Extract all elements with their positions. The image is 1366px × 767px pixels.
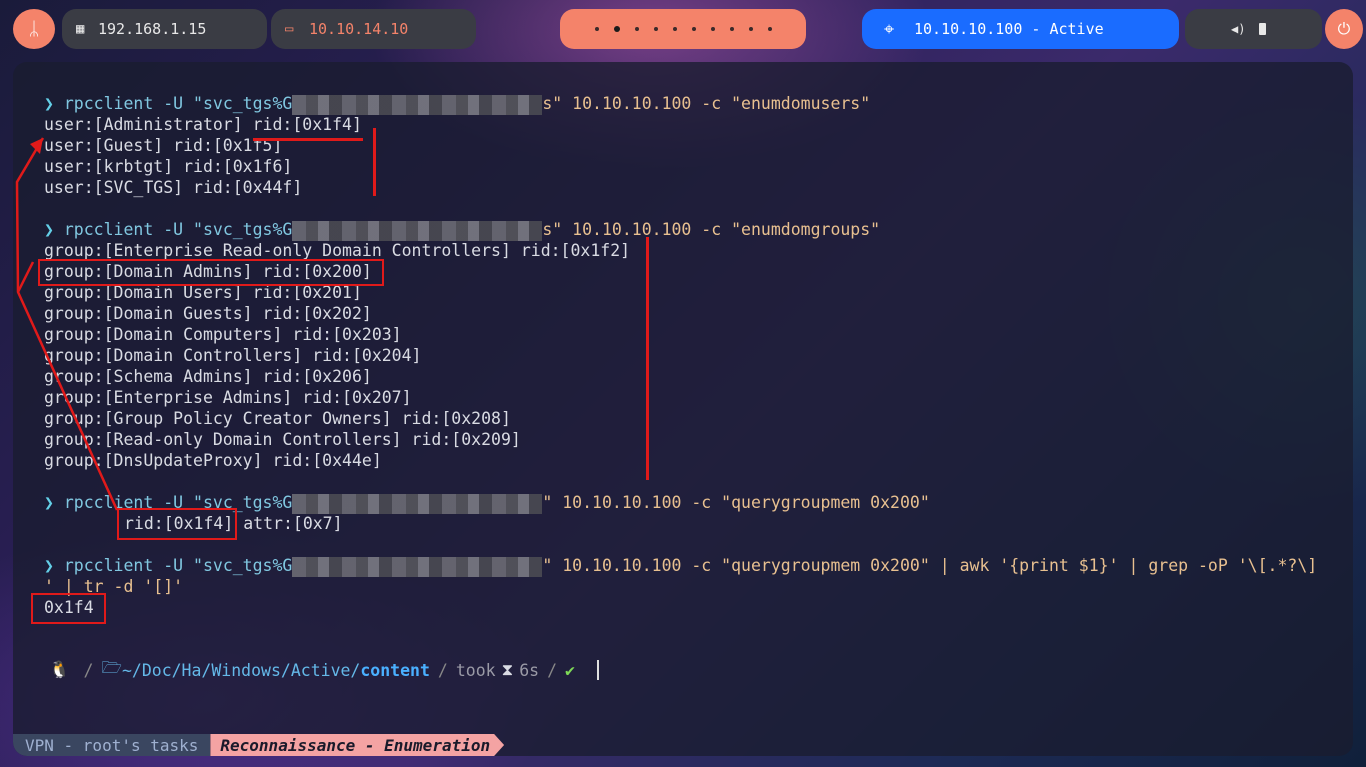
volume-icon[interactable]: ◀)	[1231, 22, 1245, 36]
workspace-3[interactable]	[634, 27, 639, 31]
check-icon: ✔	[565, 660, 575, 680]
local-ip-widget[interactable]: ▦ 192.168.1.15	[62, 9, 267, 49]
power-button[interactable]: ⏻	[1325, 9, 1363, 49]
kali-dragon-icon: ᛦ	[28, 18, 40, 40]
path-home: ~/Doc/Ha/Windows/Active/	[121, 660, 361, 680]
separator: /	[437, 660, 448, 680]
hourglass-icon: ⧗	[501, 660, 514, 679]
duration: 6s	[519, 660, 540, 680]
separator: /	[83, 660, 94, 680]
shell-prompt: 🐧 / 🗁 ~/Doc/Ha/Windows/Active/content / …	[49, 658, 599, 681]
terminal-window[interactable]: ❯ rpcclient -U "svc_tgs%G s" 10.10.10.100…	[13, 62, 1353, 756]
text-cursor	[596, 660, 599, 680]
linux-penguin-icon: 🐧	[49, 660, 70, 679]
battery-icon[interactable]	[1259, 23, 1267, 35]
system-tray[interactable]: ◀)	[1185, 9, 1322, 49]
status-bar: VPN - root's tasks Reconnaissance - Enum…	[13, 734, 1353, 756]
power-icon: ⏻	[1337, 19, 1351, 38]
workspace-7[interactable]	[710, 27, 715, 31]
vpn-ip-widget[interactable]: ▭ 10.10.14.10	[271, 9, 476, 49]
target-text: 10.10.10.100 - Active	[914, 20, 1104, 38]
vpn-ip-text: 10.10.14.10	[309, 20, 409, 38]
workspace-8[interactable]	[729, 27, 734, 31]
folder-icon: 🗁	[101, 658, 122, 677]
workspace-5[interactable]	[672, 27, 677, 31]
workspace-4[interactable]	[653, 27, 658, 31]
local-ip-text: 192.168.1.15	[98, 20, 207, 38]
separator: /	[547, 660, 558, 680]
annotation-arrows	[15, 137, 119, 511]
task-tab[interactable]: Reconnaissance - Enumeration	[210, 734, 504, 756]
workspace-10[interactable]	[767, 27, 772, 31]
took-label: took	[455, 660, 496, 680]
workspace-6[interactable]	[691, 27, 696, 31]
workspace-2[interactable]	[613, 26, 620, 32]
crosshair-icon: ⌖	[884, 18, 895, 40]
target-widget[interactable]: ⌖ 10.10.10.100 - Active	[862, 9, 1179, 49]
laptop-icon: ▭	[285, 21, 294, 37]
vpn-tasks-tab[interactable]: VPN - root's tasks	[13, 734, 211, 756]
workspace-1[interactable]	[594, 27, 599, 31]
network-card-icon: ▦	[76, 21, 85, 37]
launcher-button[interactable]: ᛦ	[13, 9, 55, 49]
path-current: content	[360, 660, 430, 680]
workspace-9[interactable]	[748, 27, 753, 31]
workspace-switcher[interactable]	[560, 9, 806, 49]
